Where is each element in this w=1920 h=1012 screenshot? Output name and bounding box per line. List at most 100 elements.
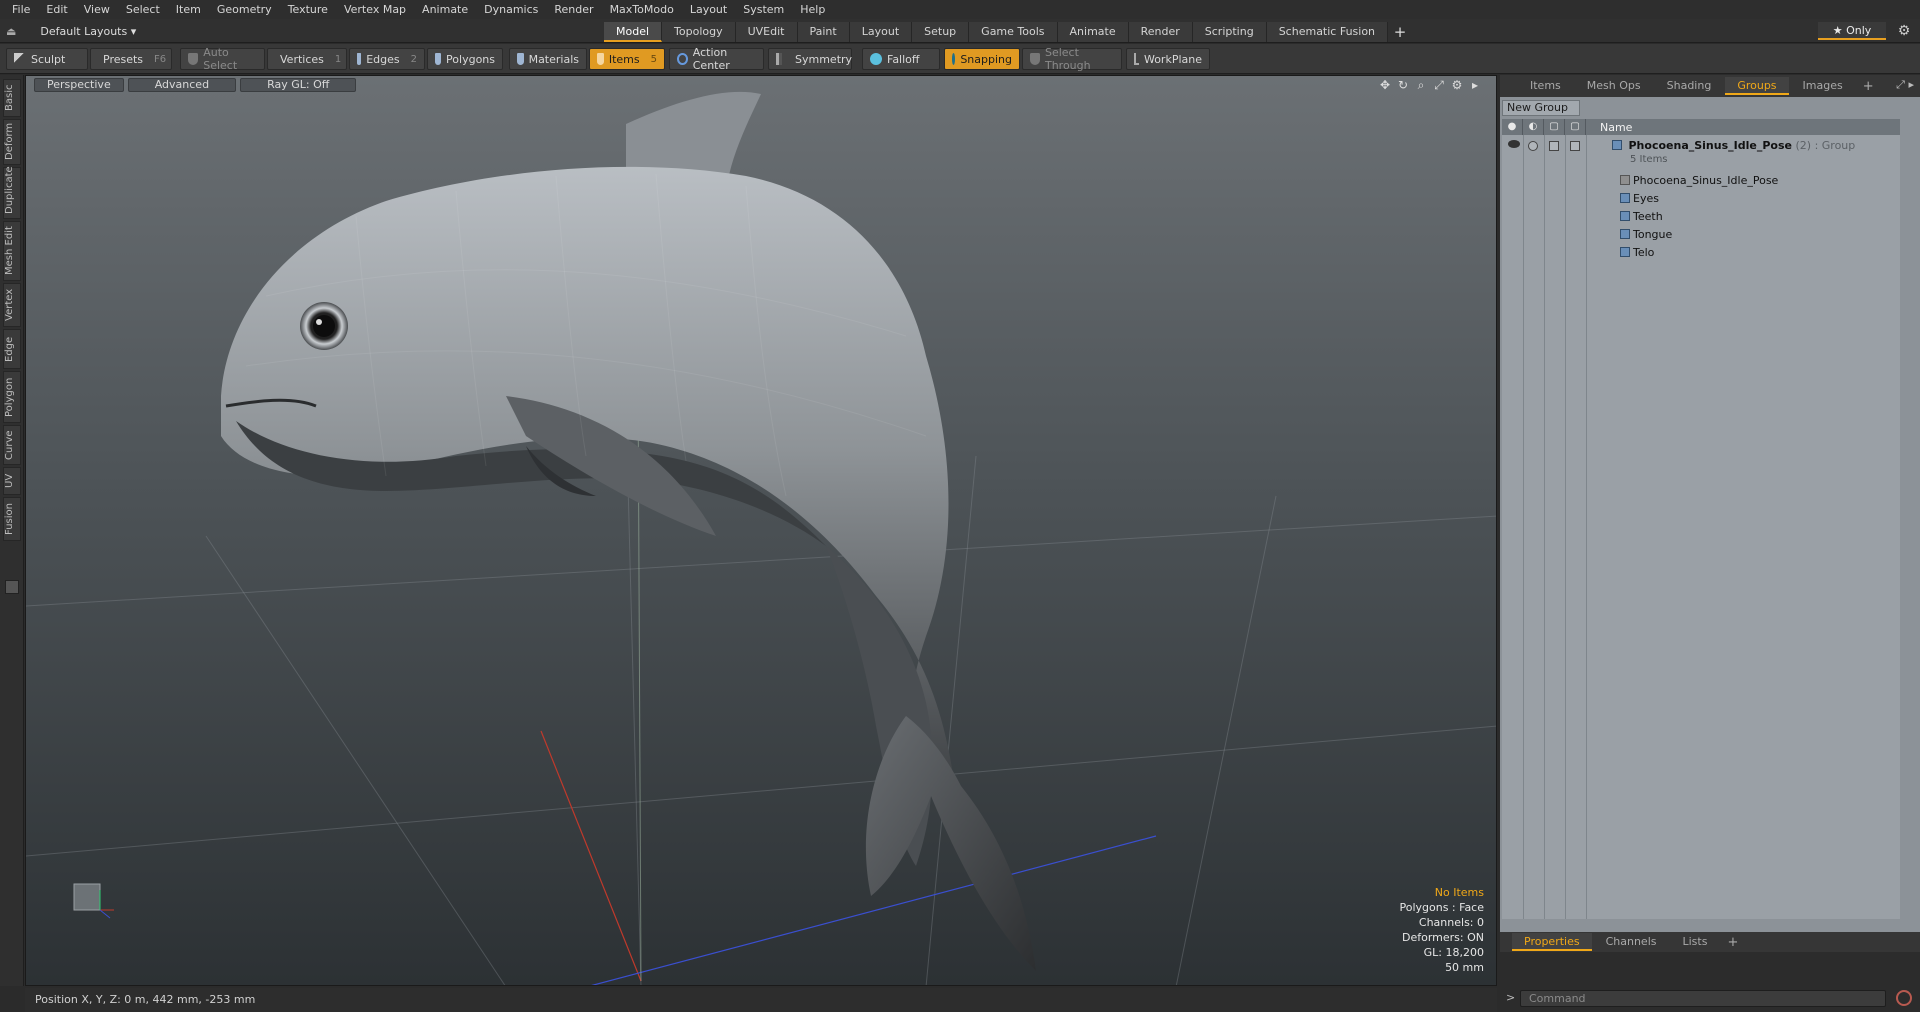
auto-select-button[interactable]: Auto Select bbox=[180, 46, 265, 72]
select-icon[interactable]: ▢ bbox=[1565, 119, 1586, 135]
lock-checkbox[interactable] bbox=[1549, 141, 1559, 151]
list-item[interactable]: Eyes bbox=[1502, 190, 1900, 208]
tab-render[interactable]: Render bbox=[1128, 22, 1193, 42]
list-item[interactable]: Tongue bbox=[1502, 226, 1900, 244]
fit-icon[interactable]: ⤢ bbox=[1432, 78, 1446, 92]
only-button[interactable]: ★ Only bbox=[1818, 22, 1886, 40]
list-item[interactable]: Teeth bbox=[1502, 208, 1900, 226]
menu-item-layout[interactable]: Layout bbox=[684, 0, 737, 19]
add-tab-icon[interactable]: + bbox=[1388, 22, 1412, 42]
items-button[interactable]: Items 5 bbox=[589, 48, 665, 70]
select-through-icon bbox=[1030, 53, 1040, 65]
add-bottom-tab-icon[interactable]: + bbox=[1721, 935, 1744, 950]
panel-expand-icon[interactable]: ⤢ ▸ bbox=[1896, 78, 1914, 92]
snapping-button[interactable]: Snapping bbox=[944, 48, 1020, 70]
left-tab-mesh-edit[interactable]: Mesh Edit bbox=[3, 221, 21, 281]
menu-item-view[interactable]: View bbox=[78, 0, 120, 19]
render-toggle[interactable] bbox=[1528, 141, 1538, 151]
menu-item-vertex-map[interactable]: Vertex Map bbox=[338, 0, 416, 19]
bottom-tab-lists[interactable]: Lists bbox=[1671, 933, 1720, 951]
falloff-button[interactable]: Falloff bbox=[862, 48, 940, 70]
tab-animate[interactable]: Animate bbox=[1057, 22, 1129, 42]
properties-tabs: Properties Channels Lists + bbox=[1500, 932, 1920, 952]
play-icon[interactable]: ▸ bbox=[1468, 78, 1482, 92]
tab-scripting[interactable]: Scripting bbox=[1192, 22, 1267, 42]
bottom-tab-properties[interactable]: Properties bbox=[1512, 933, 1592, 951]
left-tab-uv[interactable]: UV bbox=[3, 467, 21, 495]
tab-game-tools[interactable]: Game Tools bbox=[969, 22, 1058, 42]
orientation-gizmo bbox=[73, 883, 114, 919]
select-checkbox[interactable] bbox=[1570, 141, 1580, 151]
menu-item-file[interactable]: File bbox=[6, 0, 40, 19]
brush-icon bbox=[14, 53, 26, 65]
collapse-icon[interactable]: ⏏ bbox=[6, 25, 16, 38]
render-icon[interactable]: ◐ bbox=[1523, 119, 1544, 135]
menu-item-maxtomodo[interactable]: MaxToModo bbox=[604, 0, 684, 19]
advanced-button[interactable]: Advanced bbox=[127, 78, 237, 92]
edges-button[interactable]: Edges 2 bbox=[349, 48, 425, 70]
panel-tab-items[interactable]: Items bbox=[1518, 77, 1573, 95]
tab-setup[interactable]: Setup bbox=[912, 22, 970, 42]
raygl-button[interactable]: Ray GL: Off bbox=[240, 78, 357, 92]
command-arrow-icon: > bbox=[1506, 991, 1516, 1004]
left-tab-polygon[interactable]: Polygon bbox=[3, 371, 21, 423]
new-group-button[interactable]: New Group bbox=[1502, 100, 1580, 116]
lock-icon[interactable]: ▢ bbox=[1544, 119, 1565, 135]
3d-viewport[interactable]: Perspective Advanced Ray GL: Off ✥ ↻ ⌕ ⤢… bbox=[25, 75, 1497, 986]
list-item[interactable]: Telo bbox=[1502, 244, 1900, 262]
record-icon[interactable] bbox=[1896, 990, 1912, 1006]
visibility-eye-icon[interactable]: ● bbox=[1502, 119, 1523, 135]
gear-icon[interactable]: ⚙ bbox=[1894, 21, 1914, 41]
menu-item-select[interactable]: Select bbox=[120, 0, 170, 19]
visibility-eye-icon[interactable] bbox=[1508, 140, 1520, 148]
select-through-button[interactable]: Select Through bbox=[1022, 46, 1122, 72]
zoom-icon[interactable]: ⌕ bbox=[1414, 78, 1428, 92]
tab-uvedit[interactable]: UVEdit bbox=[735, 22, 798, 42]
tab-topology[interactable]: Topology bbox=[662, 22, 736, 42]
layouts-dropdown[interactable]: ⏏ Default Layouts ▾ bbox=[6, 22, 136, 40]
menu-item-dynamics[interactable]: Dynamics bbox=[478, 0, 548, 19]
presets-label: Presets bbox=[103, 52, 144, 66]
left-tab-fusion[interactable]: Fusion bbox=[3, 497, 21, 541]
strip-toggle[interactable] bbox=[5, 580, 19, 594]
menu-item-edit[interactable]: Edit bbox=[40, 0, 77, 19]
left-tab-deform[interactable]: Deform bbox=[3, 119, 21, 165]
command-input[interactable]: Command bbox=[1520, 990, 1886, 1007]
left-tab-basic[interactable]: Basic bbox=[3, 79, 21, 117]
tab-layout[interactable]: Layout bbox=[849, 22, 913, 42]
left-tab-curve[interactable]: Curve bbox=[3, 425, 21, 465]
tab-model[interactable]: Model bbox=[604, 22, 663, 42]
left-tab-edge[interactable]: Edge bbox=[3, 329, 21, 369]
panel-tab-images[interactable]: Images bbox=[1791, 77, 1855, 95]
symmetry-button[interactable]: Symmetry bbox=[768, 48, 852, 70]
tab-paint[interactable]: Paint bbox=[797, 22, 850, 42]
tab-schematic-fusion[interactable]: Schematic Fusion bbox=[1266, 22, 1389, 42]
left-tab-duplicate[interactable]: Duplicate bbox=[3, 166, 21, 219]
panel-tab-shading[interactable]: Shading bbox=[1655, 77, 1724, 95]
panel-tab-mesh-ops[interactable]: Mesh Ops bbox=[1575, 77, 1653, 95]
left-tab-vertex[interactable]: Vertex bbox=[3, 283, 21, 327]
menu-item-texture[interactable]: Texture bbox=[282, 0, 338, 19]
menu-item-item[interactable]: Item bbox=[170, 0, 211, 19]
rotate-icon[interactable]: ↻ bbox=[1396, 78, 1410, 92]
sculpt-button[interactable]: Sculpt bbox=[6, 48, 88, 70]
settings-icon[interactable]: ⚙ bbox=[1450, 78, 1464, 92]
action-center-button[interactable]: Action Center bbox=[669, 46, 764, 72]
polygons-button[interactable]: Polygons bbox=[427, 48, 503, 70]
add-panel-tab-icon[interactable]: + bbox=[1857, 79, 1880, 94]
materials-button[interactable]: Materials bbox=[509, 48, 587, 70]
bottom-tab-channels[interactable]: Channels bbox=[1594, 933, 1669, 951]
vertices-button[interactable]: Vertices 1 bbox=[267, 48, 347, 70]
menu-item-system[interactable]: System bbox=[737, 0, 794, 19]
list-item[interactable]: Phocoena_Sinus_Idle_Pose bbox=[1502, 172, 1900, 190]
menu-item-animate[interactable]: Animate bbox=[416, 0, 478, 19]
menu-item-render[interactable]: Render bbox=[548, 0, 603, 19]
perspective-button[interactable]: Perspective bbox=[34, 78, 124, 92]
presets-button[interactable]: Presets F6 bbox=[90, 48, 172, 70]
move-icon[interactable]: ✥ bbox=[1378, 78, 1392, 92]
list-item-label: Teeth bbox=[1633, 210, 1663, 223]
menu-item-help[interactable]: Help bbox=[794, 0, 835, 19]
panel-tab-groups[interactable]: Groups bbox=[1725, 77, 1789, 95]
menu-item-geometry[interactable]: Geometry bbox=[211, 0, 282, 19]
workplane-button[interactable]: WorkPlane bbox=[1126, 48, 1210, 70]
